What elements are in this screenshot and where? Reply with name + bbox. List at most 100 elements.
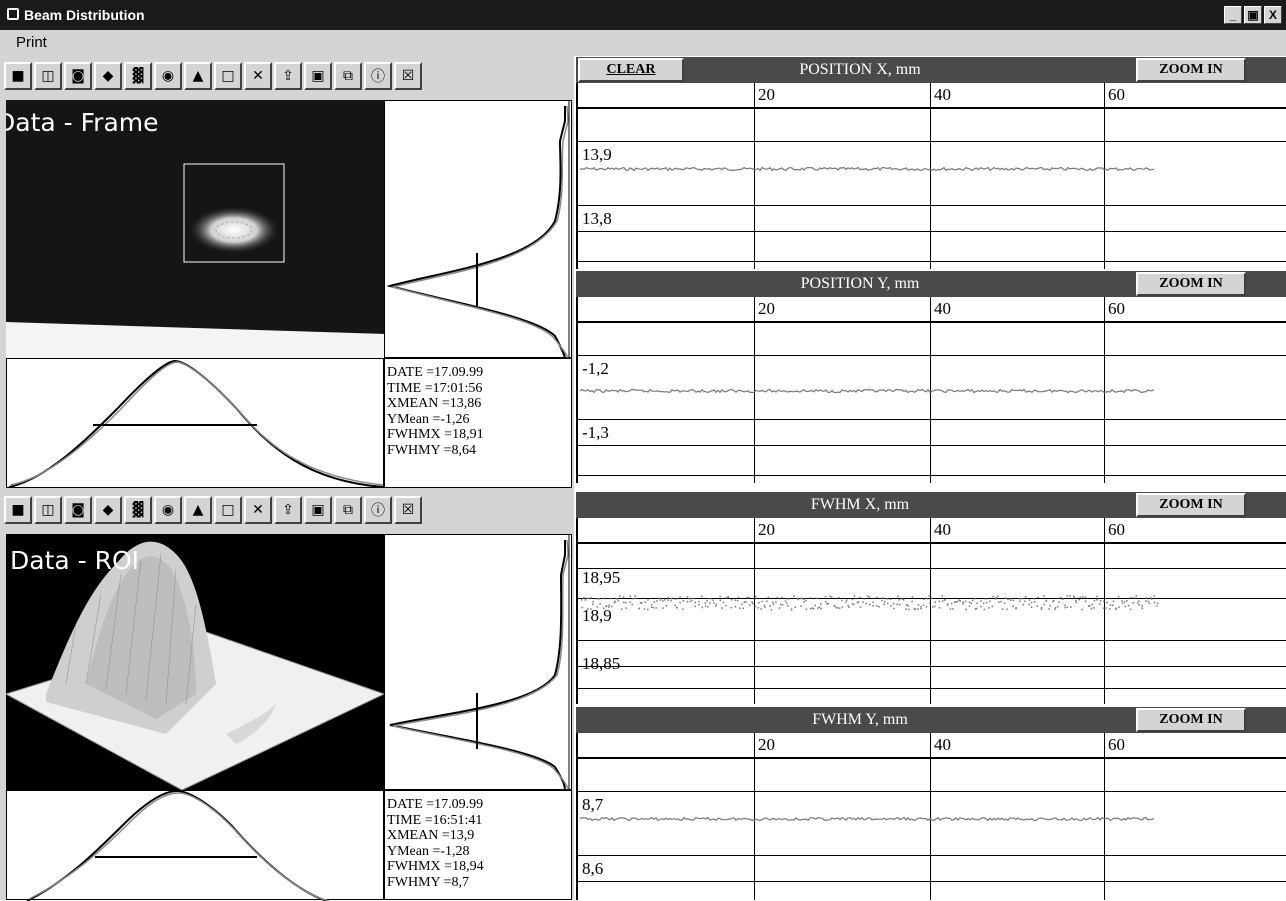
maximize-button[interactable]: ▣ bbox=[1244, 6, 1262, 24]
trace-point bbox=[982, 602, 985, 605]
close-window-button[interactable]: X bbox=[1264, 6, 1282, 24]
trace-point bbox=[875, 596, 878, 599]
app-icon[interactable] bbox=[7, 8, 19, 20]
trace-point bbox=[869, 603, 871, 606]
trace-point bbox=[962, 601, 964, 604]
snapshot-button[interactable]: ◫ bbox=[34, 496, 62, 524]
trace-point bbox=[875, 605, 878, 607]
frame-image[interactable]: Data - Frame bbox=[6, 100, 384, 358]
trace-point bbox=[805, 608, 808, 610]
chart-title: FWHM X, mm bbox=[810, 496, 910, 513]
trace-point bbox=[1130, 596, 1132, 599]
peak-button[interactable]: ▲ bbox=[184, 496, 212, 524]
camera-button[interactable]: ◙ bbox=[64, 496, 92, 524]
trace-point bbox=[662, 607, 664, 609]
trace-point bbox=[656, 600, 658, 602]
trace-point bbox=[838, 607, 841, 609]
peak-button[interactable]: ▲ bbox=[184, 62, 212, 90]
trace-point bbox=[929, 602, 931, 604]
trace-point bbox=[872, 604, 874, 607]
trace-point bbox=[698, 600, 700, 603]
roi-image[interactable]: Data - ROI bbox=[6, 534, 384, 790]
texture-button[interactable]: ▓ bbox=[124, 62, 152, 90]
trace-point bbox=[1099, 600, 1102, 602]
stop-button[interactable]: ■ bbox=[4, 496, 32, 524]
stop-icon: ■ bbox=[11, 68, 25, 84]
save-button[interactable]: ▣ bbox=[304, 496, 332, 524]
trace-point bbox=[686, 596, 689, 598]
texture-button[interactable]: ▓ bbox=[124, 496, 152, 524]
diamond-button[interactable]: ◆ bbox=[94, 62, 122, 90]
trace-point bbox=[1004, 597, 1007, 599]
copy-button[interactable]: ⧉ bbox=[334, 62, 362, 90]
delete-button[interactable]: ✕ bbox=[244, 62, 272, 90]
camera-button[interactable]: ◙ bbox=[64, 62, 92, 90]
trace-point bbox=[679, 601, 681, 604]
roi-info-fwhmy: FWHMY =8,7 bbox=[387, 874, 470, 890]
open-button[interactable]: ⇪ bbox=[274, 496, 302, 524]
frame-info-fwhmy: FWHMY =8,64 bbox=[387, 442, 477, 458]
square-button[interactable]: □ bbox=[214, 62, 242, 90]
open-button[interactable]: ⇪ bbox=[274, 62, 302, 90]
zoom-in-button[interactable]: ZOOM IN bbox=[1136, 493, 1246, 517]
trace-point bbox=[931, 597, 933, 599]
trace-point bbox=[1081, 608, 1083, 611]
trace-point bbox=[619, 595, 621, 597]
trace-point bbox=[794, 606, 796, 609]
trace-line bbox=[579, 388, 1155, 394]
trace-point bbox=[1045, 600, 1047, 602]
trace-point bbox=[955, 601, 957, 603]
point-button[interactable]: ◉ bbox=[154, 496, 182, 524]
menu-bar: Print bbox=[0, 30, 1286, 56]
zoom-in-button[interactable]: ZOOM IN bbox=[1136, 708, 1246, 732]
trace-point bbox=[592, 603, 594, 605]
trace-point bbox=[602, 607, 605, 609]
zoom-in-button[interactable]: ZOOM IN bbox=[1136, 58, 1246, 82]
trace-point bbox=[1096, 599, 1098, 601]
minimize-button[interactable]: _ bbox=[1224, 6, 1242, 24]
zoom-in-button[interactable]: ZOOM IN bbox=[1136, 272, 1246, 296]
copy-button[interactable]: ⧉ bbox=[334, 496, 362, 524]
trace-point bbox=[890, 605, 892, 607]
diamond-button[interactable]: ◆ bbox=[94, 496, 122, 524]
save-button[interactable]: ▣ bbox=[304, 62, 332, 90]
snapshot-button[interactable]: ◫ bbox=[34, 62, 62, 90]
trace-point bbox=[610, 605, 613, 608]
point-button[interactable]: ◉ bbox=[154, 62, 182, 90]
square-button[interactable]: □ bbox=[214, 496, 242, 524]
close-button[interactable]: ☒ bbox=[394, 62, 422, 90]
trace-point bbox=[701, 606, 704, 609]
trace-point bbox=[964, 600, 967, 603]
trace-point bbox=[820, 607, 822, 610]
menu-print[interactable]: Print bbox=[16, 34, 47, 51]
trace-point bbox=[983, 608, 986, 611]
trace-point bbox=[715, 603, 718, 605]
trace-point bbox=[754, 605, 757, 608]
trace-point bbox=[613, 602, 616, 604]
trace-point bbox=[889, 598, 892, 601]
stop-button[interactable]: ■ bbox=[4, 62, 32, 90]
trace-point bbox=[827, 602, 829, 605]
trace-point bbox=[926, 598, 929, 600]
trace-point bbox=[770, 608, 773, 611]
trace-point bbox=[739, 607, 741, 609]
trace-plot bbox=[581, 595, 1159, 611]
info-button[interactable]: ⓘ bbox=[364, 496, 392, 524]
trace-point bbox=[1078, 598, 1080, 601]
trace-point bbox=[913, 608, 916, 610]
trace-point bbox=[817, 607, 819, 609]
close-button[interactable]: ☒ bbox=[394, 496, 422, 524]
camera-icon: ◙ bbox=[71, 68, 85, 84]
diamond-icon: ◆ bbox=[102, 68, 114, 84]
trace-point bbox=[1108, 608, 1111, 610]
trace-point bbox=[1066, 606, 1068, 608]
trace-point bbox=[1021, 597, 1023, 600]
trace-point bbox=[1141, 607, 1144, 609]
trace-point bbox=[1127, 604, 1130, 607]
chart-plot: 20 40 60 13,9 13,8 bbox=[576, 83, 1286, 269]
trace-point bbox=[1070, 606, 1072, 608]
info-button[interactable]: ⓘ bbox=[364, 62, 392, 90]
chart-fwhm-x: FWHM X, mm ZOOM IN 20 40 60 18,95 18,9 18,85 bbox=[576, 492, 1286, 704]
trace-point bbox=[1052, 600, 1054, 603]
delete-button[interactable]: ✕ bbox=[244, 496, 272, 524]
